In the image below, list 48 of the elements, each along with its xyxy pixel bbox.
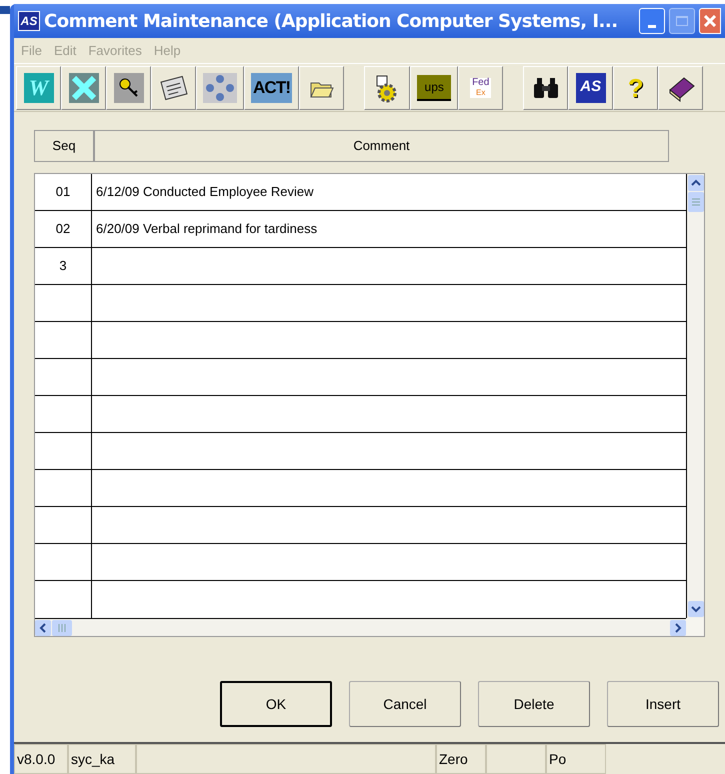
column-header[interactable]: Comment bbox=[94, 130, 669, 162]
toolbar-button[interactable] bbox=[364, 66, 410, 110]
window-title: Comment Maintenance (Application Computer Systems, I... bbox=[44, 10, 618, 34]
toolbar-button[interactable] bbox=[106, 66, 151, 110]
toolbar-button[interactable]: AS bbox=[568, 66, 614, 110]
dialog-button[interactable]: Insert bbox=[607, 681, 719, 727]
fedex-icon: Fed Ex bbox=[470, 78, 492, 98]
dialog-button[interactable]: OK bbox=[220, 681, 332, 727]
scroll-thumb-icon bbox=[688, 192, 704, 212]
seq-cell: 01 bbox=[35, 174, 92, 210]
toolbar-button[interactable] bbox=[658, 66, 704, 110]
dialog-button[interactable]: Delete bbox=[478, 681, 590, 727]
minimize-button[interactable] bbox=[639, 8, 665, 34]
word-icon: W bbox=[24, 72, 54, 102]
toolbar-button[interactable]: ACT! bbox=[244, 66, 300, 110]
status-panel: v8.0.0 bbox=[14, 744, 68, 774]
vertical-scrollbar[interactable] bbox=[686, 174, 704, 618]
seq-cell: 3 bbox=[35, 248, 92, 284]
app-logo: AS bbox=[18, 11, 40, 31]
status-panel: syc_ka bbox=[68, 744, 136, 774]
dialog-button[interactable]: Cancel bbox=[349, 681, 461, 727]
status-panel: Zero bbox=[436, 744, 486, 774]
binoculars-icon bbox=[532, 76, 560, 100]
logo-icon: AS bbox=[576, 72, 606, 102]
close-icon bbox=[704, 15, 716, 27]
seq-cell: 02 bbox=[35, 211, 92, 247]
ups-icon: ups bbox=[417, 74, 452, 100]
toolbar-button[interactable]: ups bbox=[410, 66, 458, 110]
scroll-thumb-icon bbox=[52, 620, 72, 636]
dots-icon bbox=[203, 72, 237, 102]
toolbar-button[interactable] bbox=[299, 66, 344, 110]
toolbar-button[interactable]: Fed Ex bbox=[458, 66, 504, 110]
act-icon: ACT! bbox=[251, 72, 292, 102]
comment-cell-text: 6/12/09 Conducted Employee Review bbox=[96, 183, 314, 202]
comment-cell-text: 6/20/09 Verbal reprimand for tardiness bbox=[96, 220, 318, 238]
scroll-down-icon bbox=[688, 601, 704, 617]
help-icon: ? bbox=[628, 74, 644, 100]
status-panel: Po bbox=[546, 744, 606, 774]
scroll-right-icon bbox=[670, 620, 686, 636]
scroll-left-icon bbox=[35, 620, 51, 636]
column-header[interactable]: Seq bbox=[34, 130, 94, 162]
background-window-edge bbox=[0, 6, 10, 14]
scroll-up-icon bbox=[688, 175, 704, 191]
toolbar-button[interactable] bbox=[151, 66, 196, 110]
spreadsheet-icon bbox=[68, 72, 98, 102]
toolbar-button[interactable] bbox=[523, 66, 568, 110]
close-button[interactable] bbox=[699, 8, 721, 34]
key-icon bbox=[114, 72, 144, 102]
